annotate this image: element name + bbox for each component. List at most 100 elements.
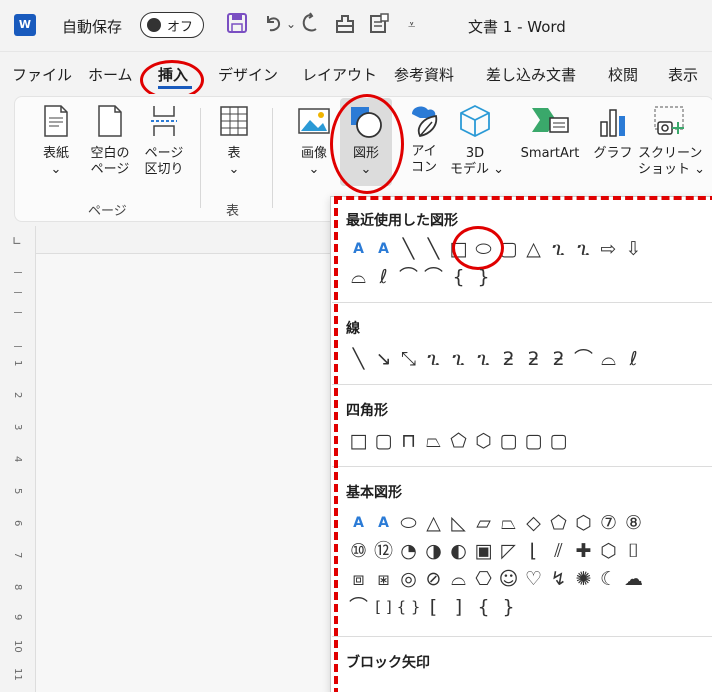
tab-layout[interactable]: レイアウト xyxy=(302,64,377,85)
hexagon-shape[interactable]: ⬡ xyxy=(571,511,596,535)
rounded-rectangle-shape[interactable]: ▢ xyxy=(371,429,396,453)
smiley-face-shape[interactable]: ☺ xyxy=(496,567,521,591)
customize-icon[interactable]: ⩡ xyxy=(408,14,415,38)
double-bracket-shape[interactable]: [ ] xyxy=(371,595,396,619)
cross-shape[interactable]: ✚ xyxy=(571,539,596,563)
cloud-shape[interactable]: ☁ xyxy=(621,567,646,591)
heart-shape[interactable]: ♡ xyxy=(521,567,546,591)
parallelogram-shape[interactable]: ▱ xyxy=(471,511,496,535)
tab-review[interactable]: 校閲 xyxy=(608,64,638,85)
left-bracket-shape[interactable]: [ xyxy=(421,595,446,619)
elbow-arrow-connector-shape[interactable]: ጊ xyxy=(571,237,596,261)
elbow-double-arrow-connector-shape[interactable]: ጊ xyxy=(471,347,496,371)
print-preview-icon[interactable] xyxy=(334,12,356,39)
autosave-toggle[interactable]: オフ xyxy=(140,12,204,38)
lightning-bolt-shape[interactable]: ↯ xyxy=(546,567,571,591)
scribble-shape[interactable]: ℓ xyxy=(621,347,646,371)
no-symbol-shape[interactable]: ⊘ xyxy=(421,567,446,591)
tab-home[interactable]: ホーム xyxy=(88,64,133,85)
right-brace-shape[interactable]: } xyxy=(471,265,496,289)
save-icon[interactable] xyxy=(226,12,248,39)
oval-shape[interactable]: ⬭ xyxy=(396,511,421,535)
right-arrow-shape[interactable]: ⇨ xyxy=(596,237,621,261)
round-diagonal-rectangle-shape[interactable]: ▢ xyxy=(546,429,571,453)
arrow-line-shape[interactable]: ↘ xyxy=(371,347,396,371)
chart-button[interactable]: グラフ xyxy=(592,104,634,162)
tab-file[interactable]: ファイル xyxy=(12,64,72,85)
cover-page-button[interactable]: 表紙 ⌄ xyxy=(36,104,76,178)
round-single-corner-rectangle-shape[interactable]: ▢ xyxy=(496,429,521,453)
snip-diagonal-rectangle-shape[interactable]: ⬠ xyxy=(446,429,471,453)
curved-double-arrow-connector-shape[interactable]: ƻ xyxy=(546,347,571,371)
curve-shape[interactable]: ⌒ xyxy=(571,347,596,371)
folded-corner-shape[interactable]: ⎔ xyxy=(471,567,496,591)
vertical-text-box-shape[interactable]: A xyxy=(371,237,396,261)
curved-connector-shape[interactable]: ƻ xyxy=(496,347,521,371)
double-brace-shape[interactable]: { } xyxy=(396,595,421,619)
vertical-text-box-shape[interactable]: A xyxy=(371,511,396,535)
redo-icon[interactable] xyxy=(300,12,322,39)
3d-models-button[interactable]: 3D モデル ⌄ xyxy=(450,104,504,178)
blank-page-button[interactable]: 空白の ページ xyxy=(86,104,134,178)
triangle-shape[interactable]: △ xyxy=(421,511,446,535)
octagon-shape[interactable]: ⑧ xyxy=(621,511,646,535)
teardrop-shape[interactable]: ◐ xyxy=(446,539,471,563)
diagonal-stripe-shape[interactable]: ⫽ xyxy=(546,539,571,563)
elbow-arrow-connector-shape[interactable]: ጊ xyxy=(446,347,471,371)
left-brace-shape[interactable]: { xyxy=(471,595,496,619)
screenshot-button[interactable]: スクリーン ショット ⌄ xyxy=(638,104,705,178)
elbow-connector-shape[interactable]: ጊ xyxy=(546,237,571,261)
table-button[interactable]: 表 ⌄ xyxy=(212,104,256,178)
block-arc-shape[interactable]: ⌓ xyxy=(446,567,471,591)
heptagon-shape[interactable]: ⑦ xyxy=(596,511,621,535)
arc-shape[interactable]: ⌒ xyxy=(396,265,421,289)
diamond-shape[interactable]: ◇ xyxy=(521,511,546,535)
document-icon[interactable] xyxy=(368,12,390,39)
arc-shape[interactable]: ⌒ xyxy=(346,595,371,619)
pie-shape[interactable]: ◔ xyxy=(396,539,421,563)
down-arrow-shape[interactable]: ⇩ xyxy=(621,237,646,261)
tab-stop-selector-icon[interactable]: ∟ xyxy=(12,234,22,248)
round-same-side-rectangle-shape[interactable]: ▢ xyxy=(521,429,546,453)
text-box-shape[interactable]: A xyxy=(346,511,371,535)
right-bracket-shape[interactable]: ] xyxy=(446,595,471,619)
plaque-shape[interactable]: ⬡ xyxy=(596,539,621,563)
line-shape[interactable]: ╲ xyxy=(396,237,421,261)
half-frame-shape[interactable]: ◸ xyxy=(496,539,521,563)
page-break-button[interactable]: ページ 区切り xyxy=(140,104,188,178)
rectangle-shape[interactable]: □ xyxy=(346,429,371,453)
donut-shape[interactable]: ◎ xyxy=(396,567,421,591)
right-triangle-shape[interactable]: ◺ xyxy=(446,511,471,535)
elbow-connector-shape[interactable]: ጊ xyxy=(421,347,446,371)
snip-same-side-rectangle-shape[interactable]: ⏢ xyxy=(421,429,446,453)
smartart-button[interactable]: SmartArt xyxy=(510,104,590,162)
can-shape[interactable]: ⌷ xyxy=(621,539,646,563)
line-shape[interactable]: ╲ xyxy=(421,237,446,261)
bevel-shape[interactable]: ⧆ xyxy=(371,567,396,591)
triangle-shape[interactable]: △ xyxy=(521,237,546,261)
chord-shape[interactable]: ◑ xyxy=(421,539,446,563)
left-brace-shape[interactable]: { xyxy=(446,265,471,289)
arc-shape[interactable]: ⌒ xyxy=(421,265,446,289)
tab-design[interactable]: デザイン xyxy=(218,64,278,85)
scribble-shape[interactable]: ℓ xyxy=(371,265,396,289)
curved-arrow-connector-shape[interactable]: ƻ xyxy=(521,347,546,371)
sun-shape[interactable]: ✺ xyxy=(571,567,596,591)
trapezoid-shape[interactable]: ⏢ xyxy=(496,511,521,535)
tab-mailings[interactable]: 差し込み文書 xyxy=(486,64,576,85)
snip-round-rectangle-shape[interactable]: ⬡ xyxy=(471,429,496,453)
line-shape[interactable]: ╲ xyxy=(346,347,371,371)
double-arrow-line-shape[interactable]: ⤡ xyxy=(396,347,421,371)
freeform-shape[interactable]: ⌓ xyxy=(346,265,371,289)
moon-shape[interactable]: ☾ xyxy=(596,567,621,591)
frame-shape[interactable]: ▣ xyxy=(471,539,496,563)
tab-view[interactable]: 表示 xyxy=(668,64,698,85)
undo-icon[interactable] xyxy=(262,12,284,39)
freeform-shape[interactable]: ⌓ xyxy=(596,347,621,371)
undo-dropdown-icon[interactable]: ⌄ xyxy=(286,12,296,36)
text-box-shape[interactable]: A xyxy=(346,237,371,261)
icons-button[interactable]: アイ コン xyxy=(404,102,444,176)
snip-single-corner-rectangle-shape[interactable]: ⊓ xyxy=(396,429,421,453)
decagon-shape[interactable]: ⑩ xyxy=(346,539,371,563)
right-brace-shape[interactable]: } xyxy=(496,595,521,619)
